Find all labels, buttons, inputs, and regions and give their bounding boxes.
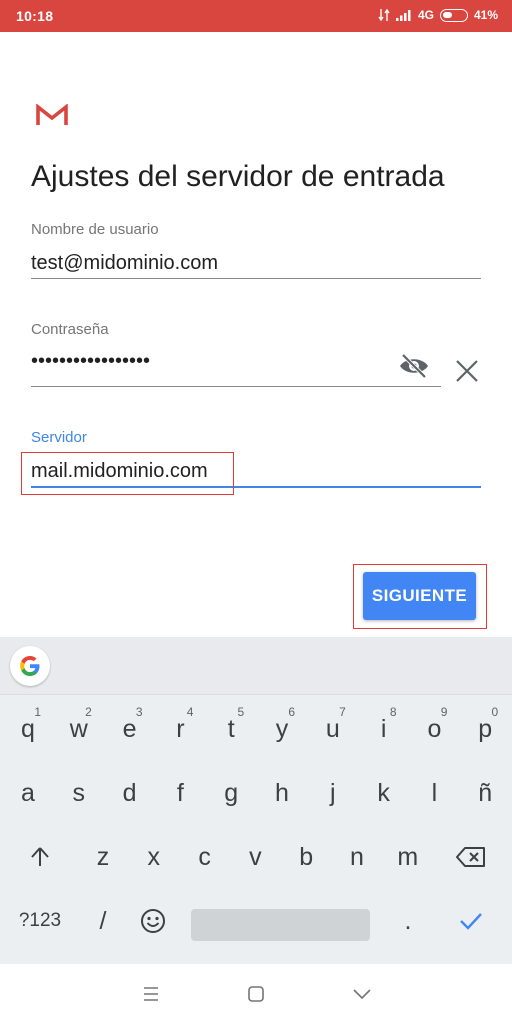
key-letter: y	[275, 714, 289, 743]
key-a[interactable]: a	[3, 765, 53, 821]
period-key[interactable]: .	[383, 893, 433, 949]
key-hint: 9	[440, 705, 448, 719]
network-type: 4G	[417, 8, 434, 22]
key-v[interactable]: v	[230, 829, 280, 885]
key-j[interactable]: j	[308, 765, 358, 821]
key-hint: 2	[85, 705, 92, 719]
battery-percent: 41%	[473, 8, 498, 22]
backspace-icon	[456, 847, 485, 867]
key-letter: u	[325, 714, 340, 743]
battery-icon	[439, 8, 468, 22]
server-highlight-box	[21, 452, 234, 495]
status-icons: 4G 41%	[378, 8, 498, 22]
keyboard-row-4: ?123 / .	[0, 893, 512, 957]
menu-icon[interactable]	[139, 982, 163, 1006]
key-letter: q	[21, 714, 35, 743]
shift-arrow-icon	[31, 847, 49, 866]
key-hint: 7	[339, 705, 346, 719]
status-time: 10:18	[16, 8, 54, 24]
key-hint: 3	[135, 705, 143, 719]
keyboard-row-3: zxcvbnm	[0, 829, 512, 893]
key-o[interactable]: o9	[409, 701, 459, 757]
username-label: Nombre de usuario	[31, 221, 159, 238]
shift-key[interactable]	[15, 829, 65, 885]
key-z[interactable]: z	[78, 829, 128, 885]
key-k[interactable]: k	[359, 765, 409, 821]
enter-key[interactable]	[446, 893, 496, 949]
key-b[interactable]: b	[281, 829, 331, 885]
emoji-key[interactable]	[128, 893, 178, 949]
symbols-key[interactable]: ?123	[8, 893, 72, 949]
key-hint: 8	[389, 705, 397, 719]
page-title: Ajustes del servidor de entrada	[31, 160, 445, 193]
key-letter: p	[478, 714, 493, 743]
key-h[interactable]: h	[257, 765, 307, 821]
data-transfer-icon	[378, 8, 390, 22]
key-hint: 0	[491, 705, 499, 719]
checkmark-icon	[460, 913, 482, 930]
key-ñ[interactable]: ñ	[460, 765, 510, 821]
key-g[interactable]: g	[206, 765, 256, 821]
key-i[interactable]: i8	[359, 701, 409, 757]
navigation-bar	[0, 964, 512, 1024]
next-button[interactable]: SIGUIENTE	[363, 572, 476, 620]
slash-key[interactable]: /	[78, 893, 128, 949]
space-key[interactable]	[191, 909, 370, 941]
home-square-icon[interactable]	[244, 982, 268, 1006]
key-f[interactable]: f	[155, 765, 205, 821]
key-hint: 1	[34, 705, 41, 719]
key-c[interactable]: c	[180, 829, 230, 885]
key-m[interactable]: m	[383, 829, 433, 885]
key-d[interactable]: d	[105, 765, 155, 821]
key-letter: i	[380, 714, 387, 743]
key-l[interactable]: l	[409, 765, 459, 821]
key-w[interactable]: w2	[54, 701, 104, 757]
key-letter: r	[176, 714, 185, 743]
key-y[interactable]: y6	[257, 701, 307, 757]
key-hint: 4	[186, 705, 194, 719]
status-bar: 10:18 4G 41%	[0, 0, 512, 32]
key-s[interactable]: s	[54, 765, 104, 821]
key-letter: o	[427, 714, 442, 743]
password-label: Contraseña	[31, 321, 109, 338]
keyboard: q1w2e3r4t5y6u7i8o9p0 asdfghjklñ zxcvbnm …	[0, 637, 512, 964]
emoji-icon	[141, 909, 165, 933]
server-label: Servidor	[31, 429, 87, 446]
keyboard-toolbar	[0, 637, 512, 695]
key-r[interactable]: r4	[155, 701, 205, 757]
username-underline	[31, 278, 481, 279]
keyboard-row-1: q1w2e3r4t5y6u7i8o9p0	[0, 701, 512, 765]
signal-icon	[395, 10, 411, 21]
key-t[interactable]: t5	[206, 701, 256, 757]
key-p[interactable]: p0	[460, 701, 510, 757]
close-icon[interactable]	[454, 358, 480, 384]
key-e[interactable]: e3	[105, 701, 155, 757]
google-g-icon[interactable]	[10, 646, 50, 686]
key-q[interactable]: q1	[3, 701, 53, 757]
eye-off-icon[interactable]	[398, 352, 430, 380]
keyboard-row-2: asdfghjklñ	[0, 765, 512, 829]
password-underline	[31, 386, 441, 387]
battery-fill	[442, 11, 452, 18]
key-letter: t	[227, 714, 235, 743]
username-input[interactable]: test@midominio.com	[31, 252, 218, 275]
key-x[interactable]: x	[129, 829, 179, 885]
password-input[interactable]: •••••••••••••••••	[31, 350, 150, 373]
back-chevron-icon[interactable]	[350, 982, 374, 1006]
key-letter: e	[122, 714, 137, 743]
key-n[interactable]: n	[332, 829, 382, 885]
key-u[interactable]: u7	[308, 701, 358, 757]
key-hint: 6	[288, 705, 295, 719]
key-hint: 5	[237, 705, 245, 719]
backspace-key[interactable]	[446, 829, 496, 885]
gmail-logo	[36, 104, 68, 125]
